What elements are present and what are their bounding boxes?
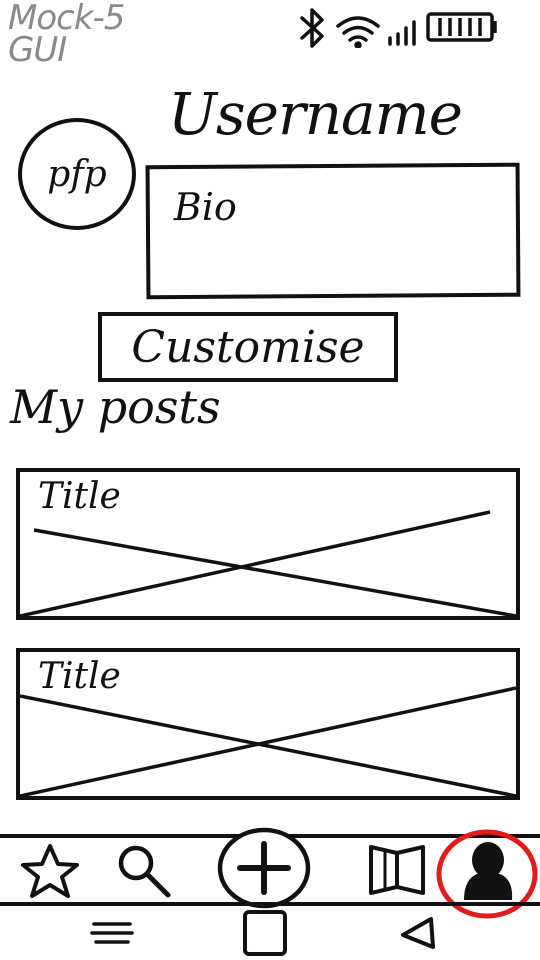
bio-box: Bio [145, 162, 521, 300]
mock-label: Mock-5 GUI [8, 1, 148, 70]
back-icon [401, 917, 435, 949]
home-icon [243, 910, 287, 956]
system-menu-button[interactable] [76, 906, 146, 960]
my-posts-heading: My posts [10, 380, 221, 434]
nav-search-button[interactable] [108, 838, 178, 902]
book-icon [369, 845, 425, 895]
status-bar [284, 8, 524, 49]
system-home-button[interactable] [232, 906, 298, 960]
username: Username [168, 80, 463, 148]
menu-icon [90, 922, 134, 944]
avatar-label: pfp [47, 153, 107, 195]
post-title: Title [38, 656, 121, 697]
post-card[interactable]: Title [16, 648, 520, 800]
avatar[interactable]: pfp [18, 118, 136, 230]
battery-icon [426, 12, 497, 42]
customise-button-label: Customise [131, 321, 365, 373]
post-card[interactable]: Title [16, 468, 520, 620]
nav-library-button[interactable] [362, 838, 432, 902]
wifi-icon [336, 16, 380, 49]
customise-button[interactable]: Customise [98, 312, 398, 382]
post-title: Title [38, 476, 121, 517]
add-icon [217, 827, 311, 909]
star-icon [21, 844, 79, 898]
search-icon [118, 845, 171, 898]
signal-icon [388, 20, 416, 46]
bluetooth-icon [300, 8, 324, 48]
profile-icon [436, 829, 538, 919]
bio-label: Bio [173, 184, 237, 230]
system-back-button[interactable] [386, 906, 446, 960]
nav-add-post-button[interactable] [214, 826, 314, 910]
mock-label-line2: GUI [8, 30, 67, 70]
nav-profile-button[interactable] [434, 824, 540, 924]
nav-favorites-button[interactable] [14, 838, 86, 902]
